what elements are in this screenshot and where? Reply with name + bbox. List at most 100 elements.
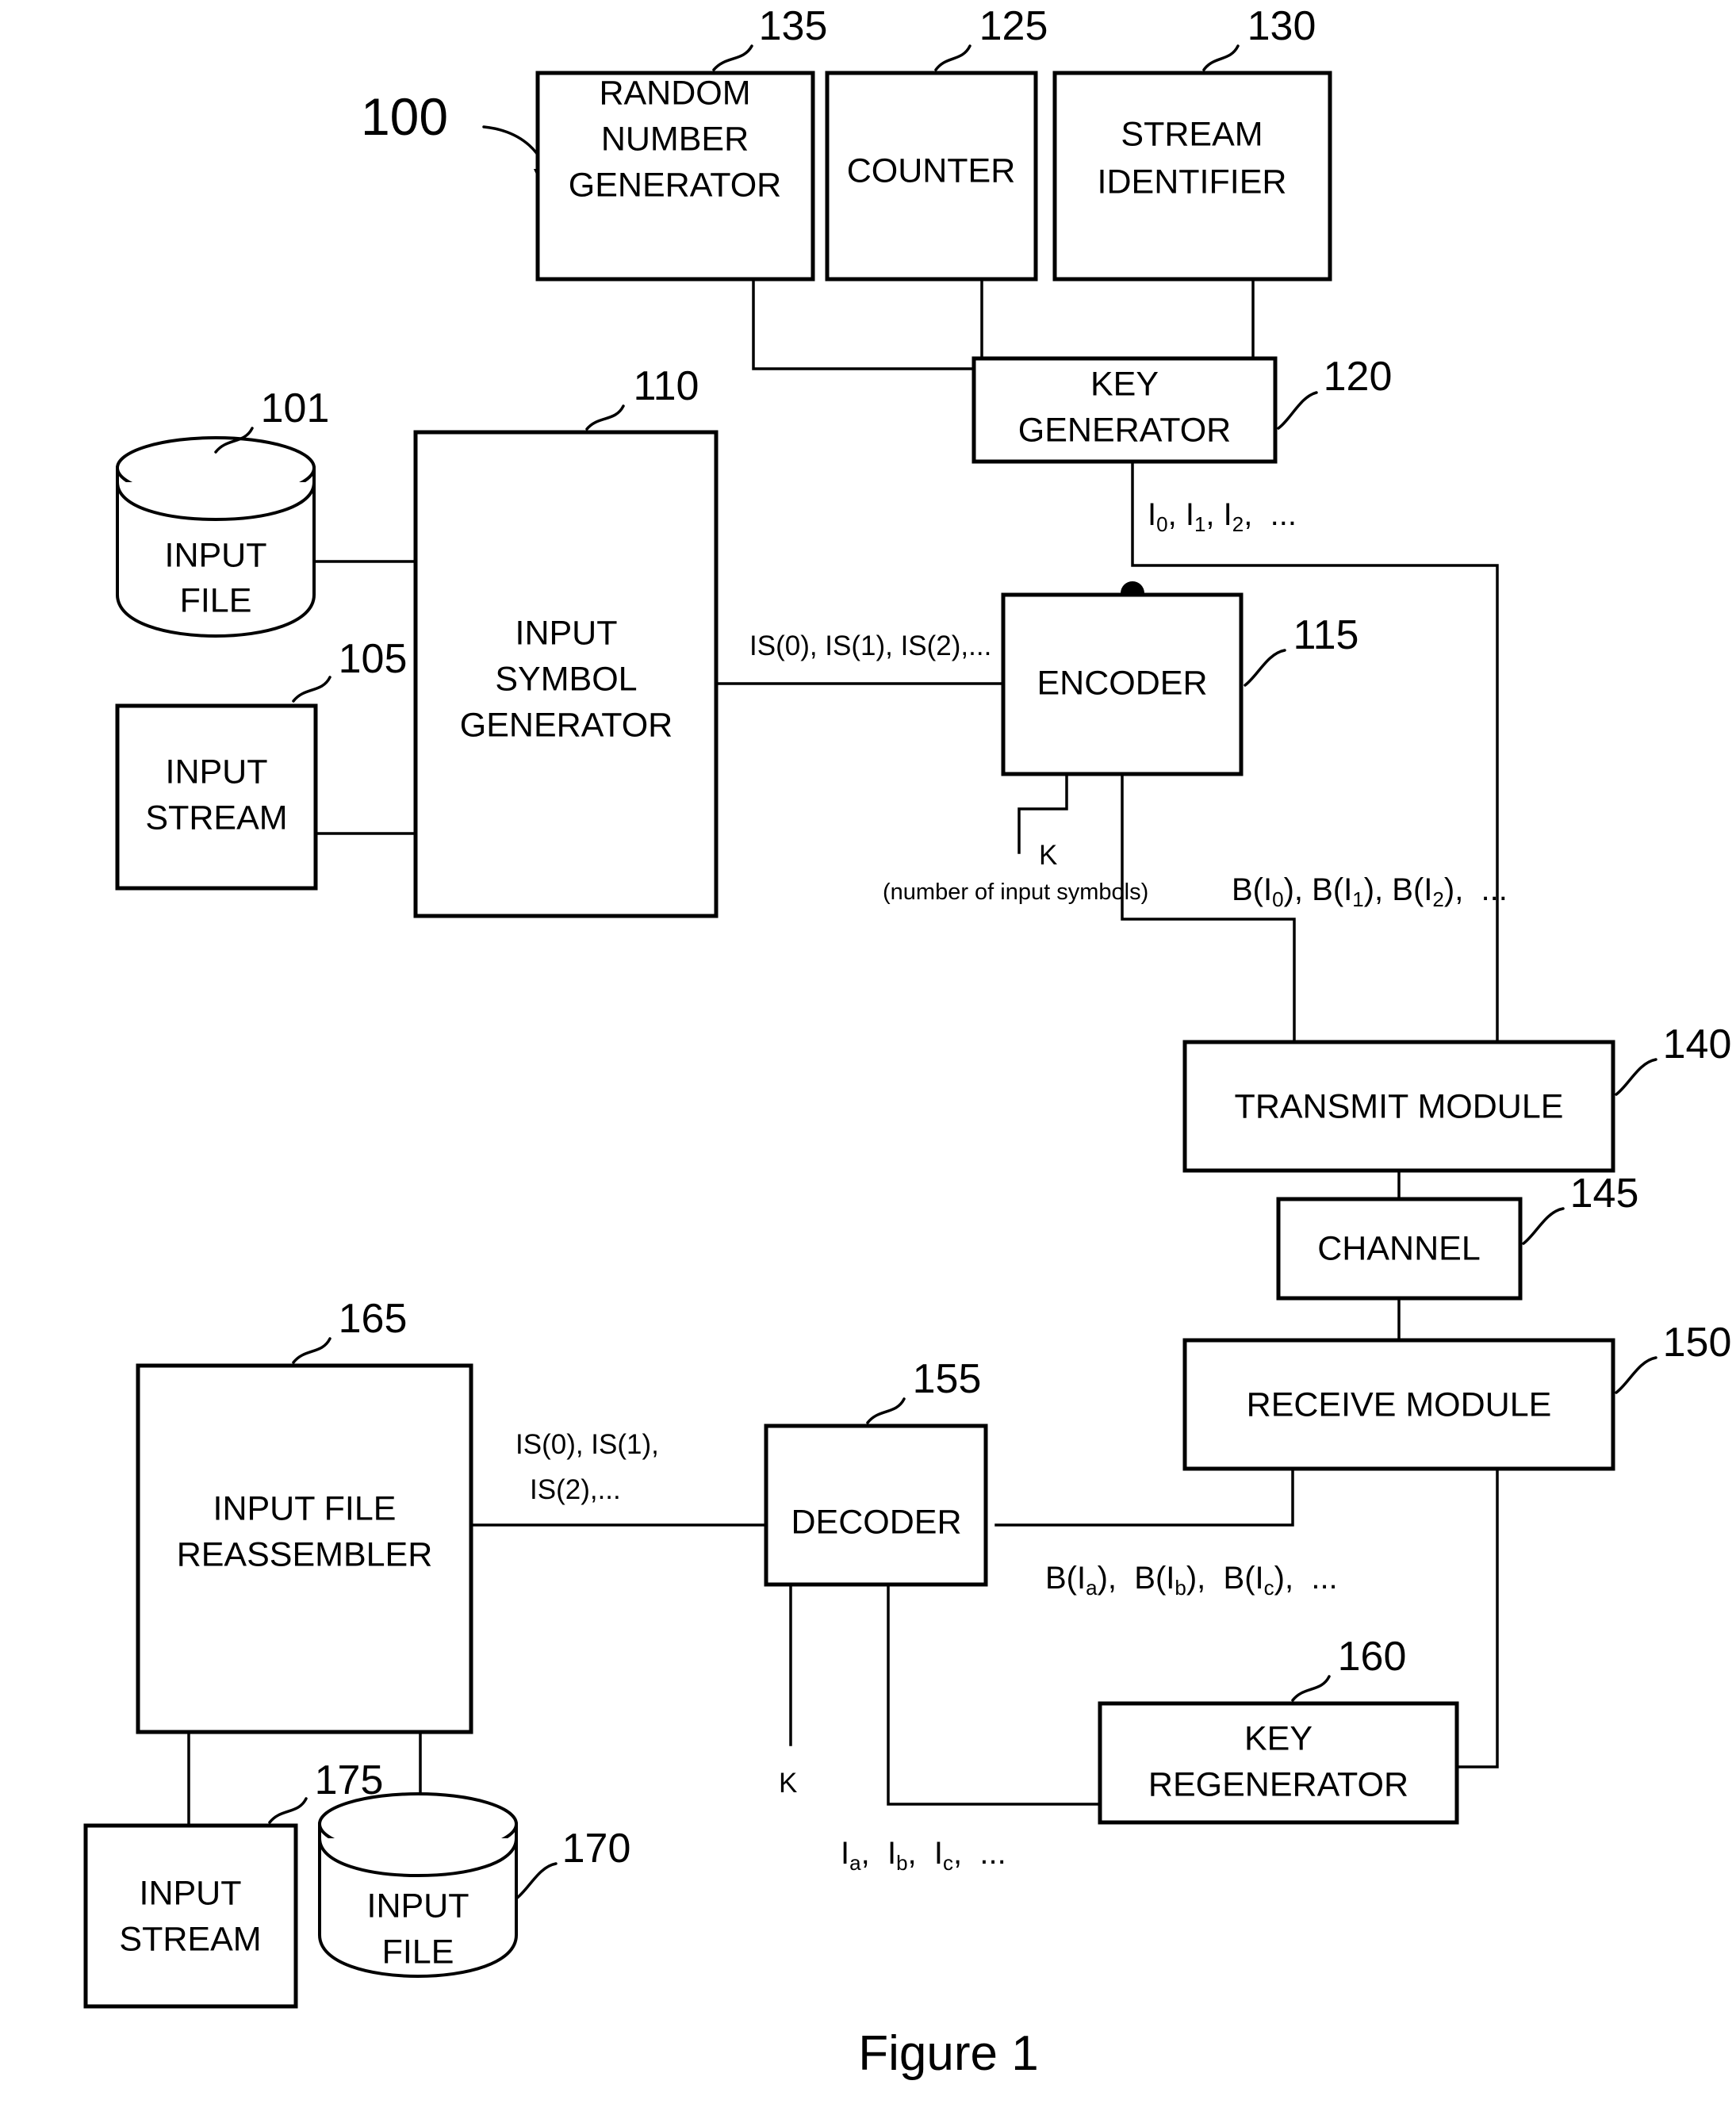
rng-ref-number: 135 [759,3,828,49]
encoded-prefix-0: B(I [1232,872,1272,907]
keyregen-ref-leader [1291,1675,1331,1702]
keygen-ref-number: 120 [1324,354,1393,400]
keygen-ref-leader [1277,391,1318,430]
isg-label-line-2: SYMBOL [495,660,637,698]
reassembler-ref-number: 165 [339,1296,408,1342]
encoded-sub-0: 0 [1272,887,1283,911]
system-ref-number: 100 [361,87,448,146]
wire-receive-to-decoder [994,1467,1294,1527]
transmit-module-label: TRANSMIT MODULE [1235,1087,1564,1125]
key-sub-0: 0 [1156,512,1167,536]
keygen-label-line-1: KEY [1090,365,1159,403]
input-stream-source-ref-number: 105 [339,636,408,682]
keyregen-label-line-2: REGENERATOR [1148,1765,1408,1803]
decoder-ref-leader [866,1397,906,1424]
encoded-sub-2: 2 [1432,887,1443,911]
counter-ref-leader [934,44,971,71]
input-file-source-ref-number: 101 [261,385,330,431]
stream-id-ref-number: 130 [1247,3,1316,49]
recv-sub-0: a [1086,1576,1098,1600]
input-file-output-ref-leader [515,1862,558,1900]
keyregen-label-line-1: KEY [1244,1719,1313,1757]
isg-ref-leader [585,404,625,431]
encoder-k-symbol: K [1039,840,1057,871]
regen-base-2: I [934,1836,943,1871]
wire-encoder-to-transmit [1121,772,1296,1044]
channel-ref-number: 145 [1570,1171,1639,1217]
input-stream-output-label-line-1: INPUT [140,1874,242,1912]
recv-sub-2: c [1264,1576,1274,1600]
regen-base-0: I [841,1836,849,1871]
recv-sub-1: b [1175,1576,1186,1600]
stream-id-ref-leader [1202,44,1240,71]
keyregen-ref-number: 160 [1338,1634,1407,1680]
encoded-symbols-label: B(I0), B(I1), B(I2), ... [1232,872,1508,911]
input-stream-source-label-line-2: STREAM [145,799,287,837]
decoder-label: DECODER [791,1503,961,1541]
patent-figure-1: 100 RANDOM NUMBER GENERATOR 135 COUNTER … [0,0,1736,2119]
key-base-0: I [1148,497,1156,532]
input-stream-output-label-line-2: STREAM [119,1920,261,1958]
counter-label: COUNTER [847,151,1016,190]
input-file-output-ref-number: 170 [562,1826,631,1872]
decoder-k-symbol: K [779,1768,797,1799]
reassembler-label-line-2: REASSEMBLER [177,1535,433,1573]
regen-sub-2: c [943,1851,953,1875]
encoded-prefix-2: B(I [1392,872,1432,907]
recv-ellipsis: ... [1311,1561,1337,1596]
input-stream-output-ref-leader [268,1797,308,1824]
transmit-module-ref-leader [1615,1058,1657,1096]
reassembler-label-line-1: INPUT FILE [213,1489,397,1527]
counter-ref-number: 125 [979,3,1048,49]
key-base-1: I [1186,497,1194,532]
regen-sub-0: a [849,1851,861,1875]
receive-module-label: RECEIVE MODULE [1247,1385,1552,1424]
encoded-sub-1: 1 [1352,887,1363,911]
keygen-label-line-2: GENERATOR [1018,411,1231,449]
transmit-module-ref-number: 140 [1663,1021,1732,1067]
encoded-ellipsis: ... [1481,872,1508,907]
isg-label-line-3: GENERATOR [460,706,673,744]
input-stream-source-ref-leader [292,676,331,703]
reassembler-symbols-line-2: IS(2),... [530,1474,621,1505]
recv-prefix-2: B(I [1224,1561,1264,1596]
input-file-source-label-line-1: INPUT [165,536,267,574]
encoder-ref-number: 115 [1293,612,1359,658]
decoder-ref-number: 155 [913,1356,982,1402]
reassembler-symbols-line-1: IS(0), IS(1), [515,1429,659,1460]
rng-ref-leader [712,44,753,71]
encoded-prefix-1: B(I [1312,872,1352,907]
input-stream-source-label-line-1: INPUT [166,753,268,791]
input-file-source-label-line-2: FILE [180,581,252,619]
channel-ref-leader [1522,1207,1565,1245]
isg-label-line-1: INPUT [515,614,618,652]
key-sub-2: 2 [1232,512,1244,536]
encoder-ref-leader [1244,649,1286,687]
block-input-stream-output [83,1823,298,2009]
key-base-2: I [1224,497,1232,532]
regen-base-1: I [887,1836,896,1871]
regen-sub-1: b [896,1851,907,1875]
keys-output-label: I0, I1, I2, ... [1148,497,1297,536]
input-file-output-label-line-1: INPUT [367,1887,469,1925]
recv-prefix-0: B(I [1045,1561,1086,1596]
key-sub-1: 1 [1194,512,1205,536]
input-file-output-label-line-2: FILE [382,1933,454,1971]
regenerated-keys-label: Ia, Ib, Ic, ... [841,1836,1006,1875]
isg-ref-number: 110 [634,363,699,409]
receive-module-ref-number: 150 [1663,1320,1732,1366]
rng-label-line-3: GENERATOR [569,166,781,204]
recv-prefix-1: B(I [1134,1561,1175,1596]
receive-module-ref-leader [1615,1356,1657,1394]
encoder-label: ENCODER [1037,664,1207,702]
channel-label: CHANNEL [1317,1229,1481,1267]
block-input-stream-source [115,703,318,891]
figure-caption: Figure 1 [858,2026,1038,2081]
encoder-k-description: (number of input symbols) [883,879,1148,905]
stream-id-label-line-1: STREAM [1121,115,1263,153]
block-diagram-svg: 100 RANDOM NUMBER GENERATOR 135 COUNTER … [83,3,1732,2081]
received-symbols-label: B(Ia), B(Ib), B(Ic), ... [1045,1561,1338,1600]
regen-ellipsis: ... [979,1836,1006,1871]
key-ellipsis: ... [1270,497,1297,532]
rng-label-line-2: NUMBER [601,120,749,158]
